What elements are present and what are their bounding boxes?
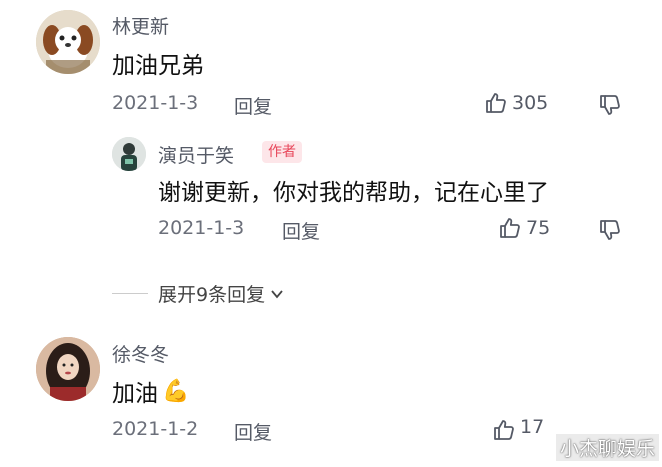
- comment-text: 谢谢更新，你对我的帮助，记在心里了: [158, 180, 549, 206]
- author-badge: 作者: [262, 141, 302, 163]
- like-count: 305: [512, 92, 549, 114]
- avatar-person[interactable]: [112, 137, 146, 171]
- expand-replies-label: 展开9条回复: [158, 284, 266, 306]
- watermark: 小杰聊娱乐: [556, 434, 660, 461]
- comment-date: 2021-1-3: [158, 217, 245, 239]
- avatar-dog[interactable]: [36, 10, 100, 74]
- comment-text: 加油 💪: [112, 374, 189, 408]
- commenter-name[interactable]: 林更新: [112, 12, 169, 39]
- comment-text-body: 加油: [112, 381, 158, 407]
- dislike-icon[interactable]: [598, 218, 622, 242]
- comment-date: 2021-1-3: [112, 92, 199, 114]
- chevron-down-icon: [269, 286, 285, 302]
- reply-button[interactable]: 回复: [234, 92, 272, 119]
- comment-text: 加油兄弟: [112, 53, 204, 79]
- like-count: 75: [526, 217, 551, 239]
- reply-button[interactable]: 回复: [234, 418, 272, 445]
- expand-divider: [112, 293, 148, 294]
- like-icon[interactable]: [492, 418, 516, 442]
- comment-date: 2021-1-2: [112, 418, 199, 440]
- avatar-woman[interactable]: [36, 337, 100, 401]
- commenter-name[interactable]: 演员于笑: [158, 141, 234, 168]
- flexed-biceps-emoji: 💪: [162, 378, 190, 404]
- like-icon[interactable]: [484, 91, 508, 115]
- like-icon[interactable]: [498, 216, 522, 240]
- like-count: 17: [520, 416, 545, 438]
- reply-button[interactable]: 回复: [282, 217, 320, 244]
- commenter-name[interactable]: 徐冬冬: [112, 340, 169, 367]
- dislike-icon[interactable]: [598, 93, 622, 117]
- expand-replies-button[interactable]: 展开9条回复: [158, 280, 285, 307]
